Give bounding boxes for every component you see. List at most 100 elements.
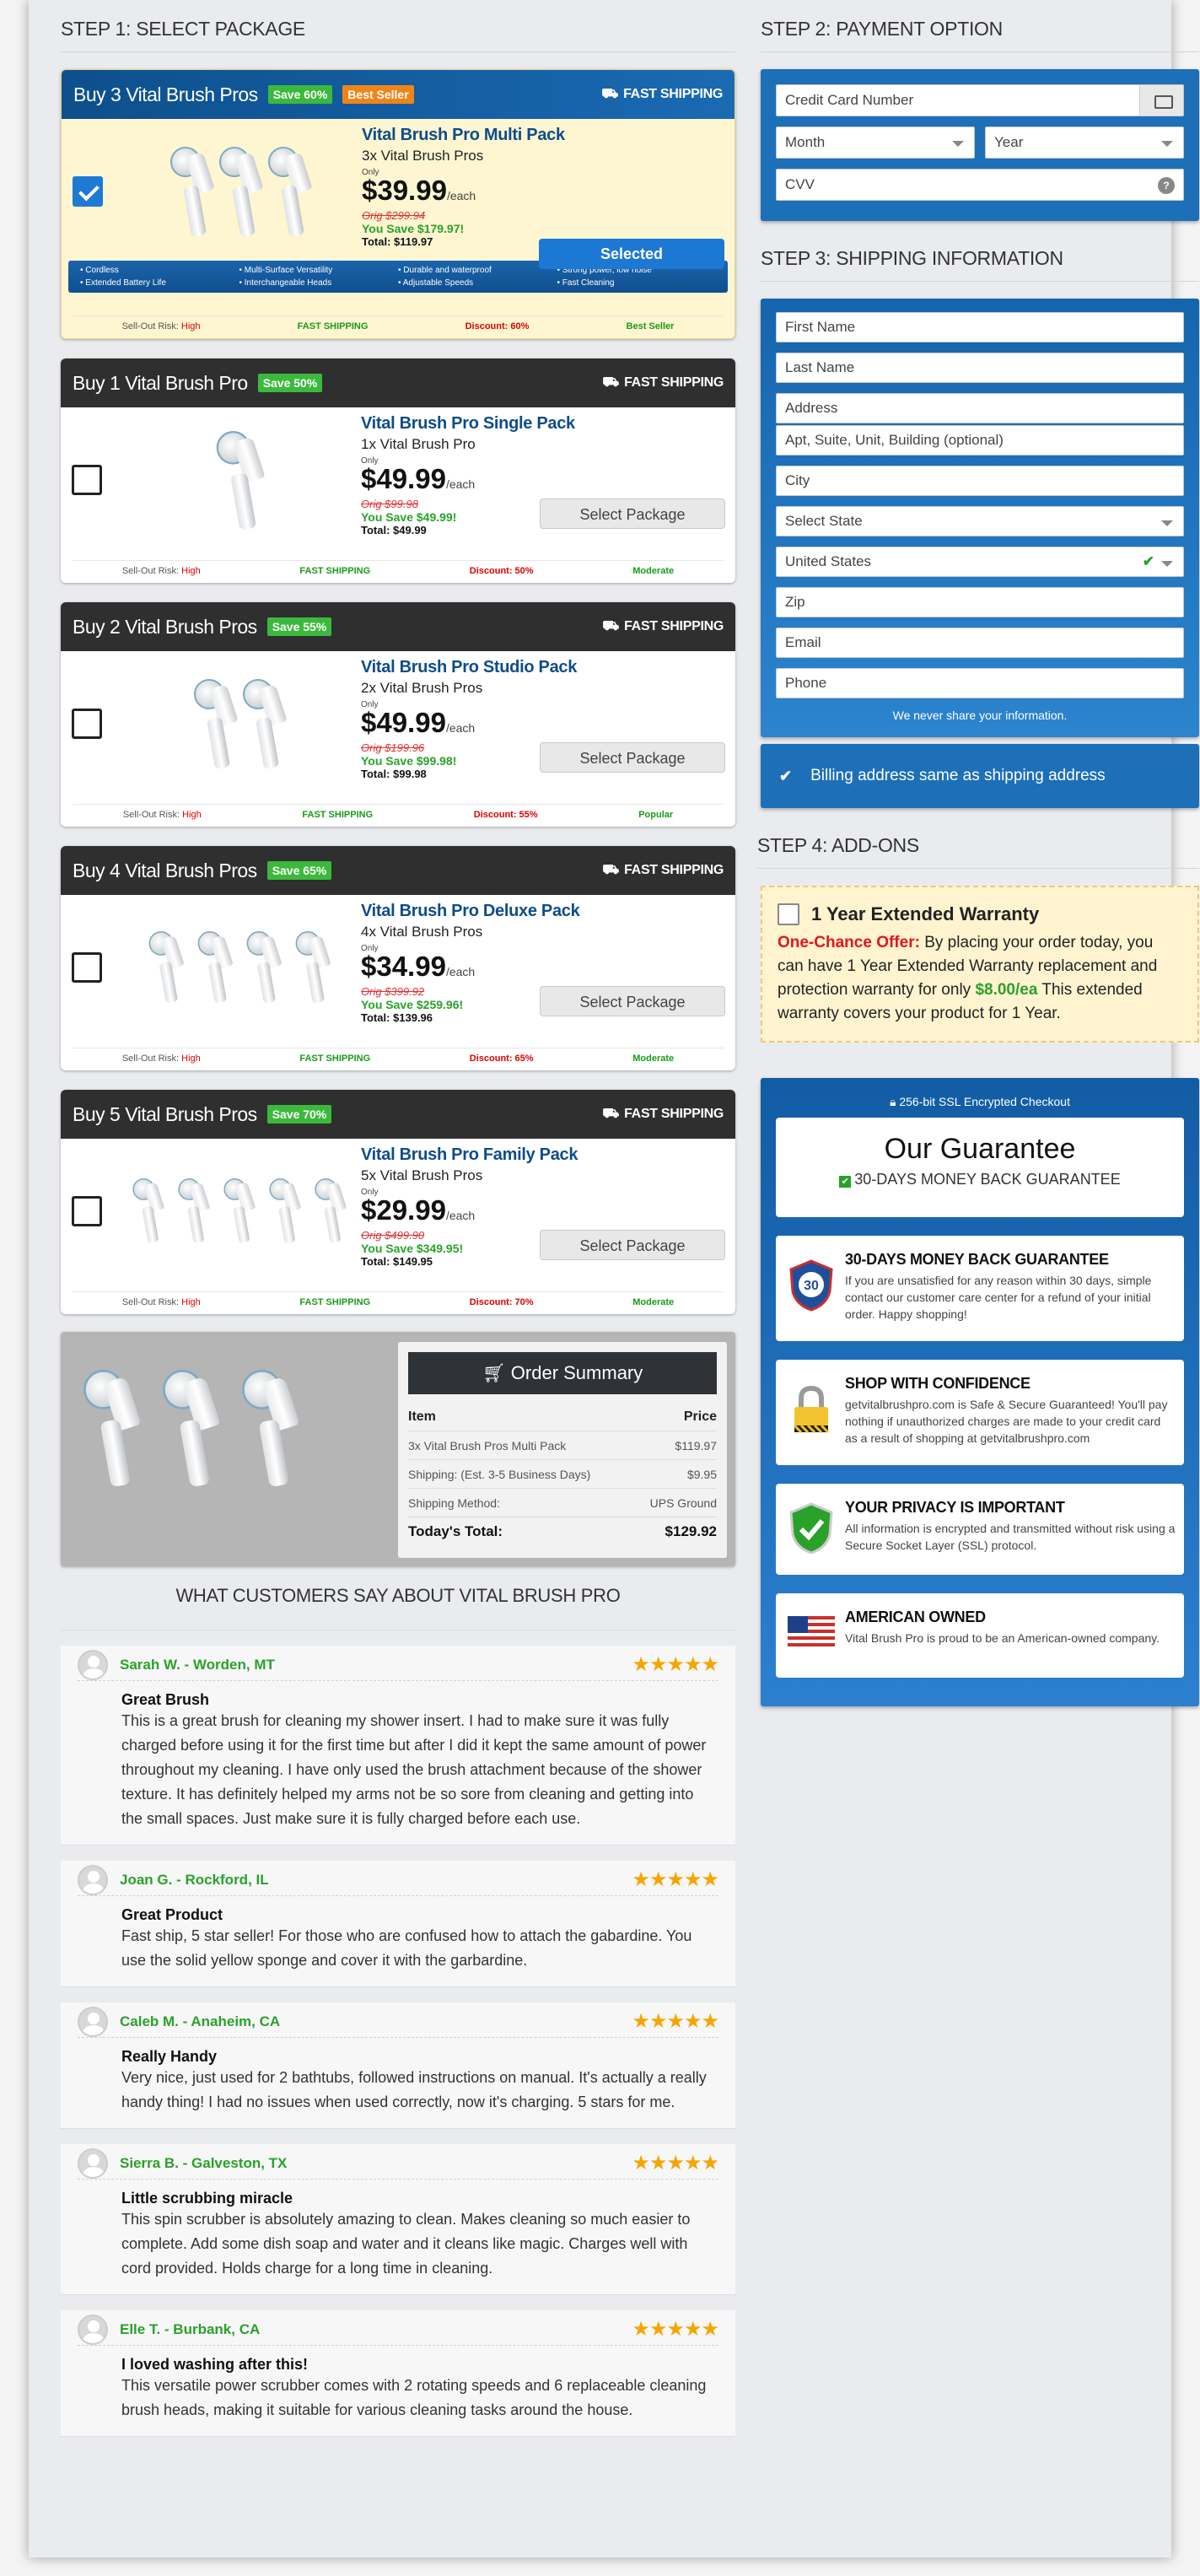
year-select[interactable]: Year [985,127,1184,159]
meta-discount: Discount: 50% [469,566,534,576]
original-price: Orig $299.94 [362,209,426,222]
meta-popularity: Popular [638,810,674,820]
fast-shipping-label: ⛟ FAST SHIPPING [602,863,724,877]
package-title: Buy 5 Vital Brush Pros [73,1102,257,1125]
guarantee-title: Our Guarantee [884,1133,1076,1165]
fast-shipping-label: ⛟ FAST SHIPPING [602,619,724,633]
address-input[interactable]: Address [776,393,1184,423]
guarantee-item-text: Vital Brush Pro is proud to be an Americ… [845,1631,1160,1645]
avatar-icon [78,2148,108,2179]
package-card[interactable]: Buy 3 Vital Brush Pros Save 60% Best Sel… [61,69,735,339]
package-meta: Sell-Out Risk: High FAST SHIPPING Discou… [73,804,724,820]
checkmark-icon: ✔ [839,1176,852,1188]
package-qty: 1x Vital Brush Pro [361,436,476,452]
phone-input[interactable]: Phone [776,668,1184,698]
cvv-input[interactable]: CVV? [776,169,1184,201]
month-select[interactable]: Month [776,127,975,159]
warranty-checkbox[interactable] [778,903,799,925]
package-checkbox[interactable] [72,952,102,983]
package-title: Buy 2 Vital Brush Pros [73,615,257,638]
package-header: Buy 2 Vital Brush Pros Save 55% ⛟ FAST SH… [61,602,735,651]
checkmark-icon: ✔ [1142,553,1154,569]
review-card: Joan G. - Rockford, IL ★★★★★ Great Produc… [61,1861,735,1987]
reviews-title: WHAT CUSTOMERS SAY ABOUT VITAL BRUSH PRO [61,1566,735,1630]
card-number-input[interactable]: Credit Card Number [776,84,1184,116]
package-qty: 4x Vital Brush Pros [361,924,483,940]
package-body: Vital Brush Pro Deluxe Pack 4x Vital Bru… [61,895,735,1038]
meta-fast-shipping: FAST SHIPPING [297,321,369,331]
package-qty: 2x Vital Brush Pros [361,680,483,696]
package-card[interactable]: Buy 1 Vital Brush Pro Save 50% ⛟ FAST SHI… [61,358,735,583]
summary-row: 3x Vital Brush Pros Multi Pack $119.97 [408,1431,717,1460]
package-card[interactable]: Buy 2 Vital Brush Pros Save 55% ⛟ FAST SH… [61,602,735,827]
zip-input[interactable]: Zip [776,587,1184,617]
fast-shipping-label: ⛟ FAST SHIPPING [602,1107,724,1121]
package-name: Vital Brush Pro Single Pack [361,414,575,433]
feature-item: Fast Cleaning [557,277,717,289]
warranty-addon[interactable]: 1 Year Extended Warranty One-Chance Offe… [761,886,1199,1043]
guarantee-panel: 🔒︎ 256-bit SSL Encrypted Checkout Our Gu… [761,1078,1199,1706]
brush-image [146,924,185,1005]
star-rating: ★★★★★ [632,1868,719,1891]
star-rating: ★★★★★ [632,2152,719,2175]
meta-fast-shipping: FAST SHIPPING [299,1054,371,1064]
brush-image [238,1359,300,1490]
state-select[interactable]: Select State [776,506,1184,536]
select-package-button[interactable]: Select Package [540,498,725,529]
save-badge: Save 65% [266,861,332,880]
package-price: $39.99/each [362,175,476,206]
product-images [120,910,356,1020]
svg-text:30: 30 [804,1279,819,1293]
package-card[interactable]: Buy 4 Vital Brush Pros Save 65% ⛟ FAST SH… [61,846,735,1070]
package-card[interactable]: Buy 5 Vital Brush Pros Save 70% ⛟ FAST SH… [61,1090,735,1314]
package-checkbox[interactable] [73,176,103,207]
save-badge: Save 70% [266,1105,332,1124]
feature-item: Extended Battery Life [80,277,239,289]
feature-item: Adjustable Speeds [398,277,557,289]
package-header: Buy 4 Vital Brush Pros Save 65% ⛟ FAST SH… [61,846,735,895]
save-badge: Save 60% [267,85,333,104]
first-name-input[interactable]: First Name [776,312,1184,342]
brush-image [244,924,283,1005]
email-input[interactable]: Email [776,628,1184,658]
privacy-note: We never share your information. [892,709,1068,722]
select-package-button[interactable]: Select Package [540,742,725,773]
package-info: Vital Brush Pro Multi Pack 3x Vital Brus… [362,126,724,248]
guarantee-item-title: YOUR PRIVACY IS IMPORTANT [845,1499,1065,1516]
shipping-panel: First Name Last Name Address Apt, Suite,… [761,299,1199,737]
guarantee-item-title: 30-DAYS MONEY BACK GUARANTEE [845,1251,1109,1268]
select-package-button[interactable]: Select Package [540,1230,725,1260]
avatar-icon [78,2314,108,2345]
brush-image [293,924,331,1005]
order-summary-header: 🛒︎ Order Summary [408,1352,717,1394]
address2-input[interactable]: Apt, Suite, Unit, Building (optional) [776,425,1184,455]
city-input[interactable]: City [776,466,1184,496]
step1-title: STEP 1: SELECT PACKAGE [61,0,735,52]
avatar-icon [78,1864,108,1895]
selected-button[interactable]: Selected [539,239,724,269]
meta-popularity: Moderate [632,1054,675,1064]
package-checkbox[interactable] [72,465,102,495]
truck-icon: ⛟ [601,87,619,101]
package-checkbox[interactable] [72,709,102,739]
package-title: Buy 1 Vital Brush Pro [73,371,248,394]
package-meta: Sell-Out Risk: High FAST SHIPPING Discou… [73,1048,724,1064]
privacy-shield-icon [789,1502,833,1555]
package-name: Vital Brush Pro Studio Pack [361,658,578,676]
meta-fast-shipping: FAST SHIPPING [302,810,374,820]
package-name: Vital Brush Pro Deluxe Pack [361,902,580,920]
last-name-input[interactable]: Last Name [776,353,1184,383]
lock-icon: 🔒︎ [890,1095,900,1108]
brush-image [213,422,266,533]
shield-30-icon: 30 [789,1259,833,1312]
package-name: Vital Brush Pro Multi Pack [362,126,565,144]
help-icon[interactable]: ? [1158,177,1175,194]
guarantee-card: Our Guarantee ✔ 30-DAYS MONEY BACK GUARAN… [776,1118,1184,1217]
package-price: $29.99/each [361,1194,476,1226]
country-select[interactable]: United States ✔ [776,547,1184,577]
select-package-button[interactable]: Select Package [540,986,725,1016]
brush-image [313,1172,347,1245]
package-checkbox[interactable] [72,1196,102,1226]
billing-same-toggle[interactable]: ✔ Billing address same as shipping addres… [761,744,1199,808]
truck-icon: ⛟ [602,863,620,877]
